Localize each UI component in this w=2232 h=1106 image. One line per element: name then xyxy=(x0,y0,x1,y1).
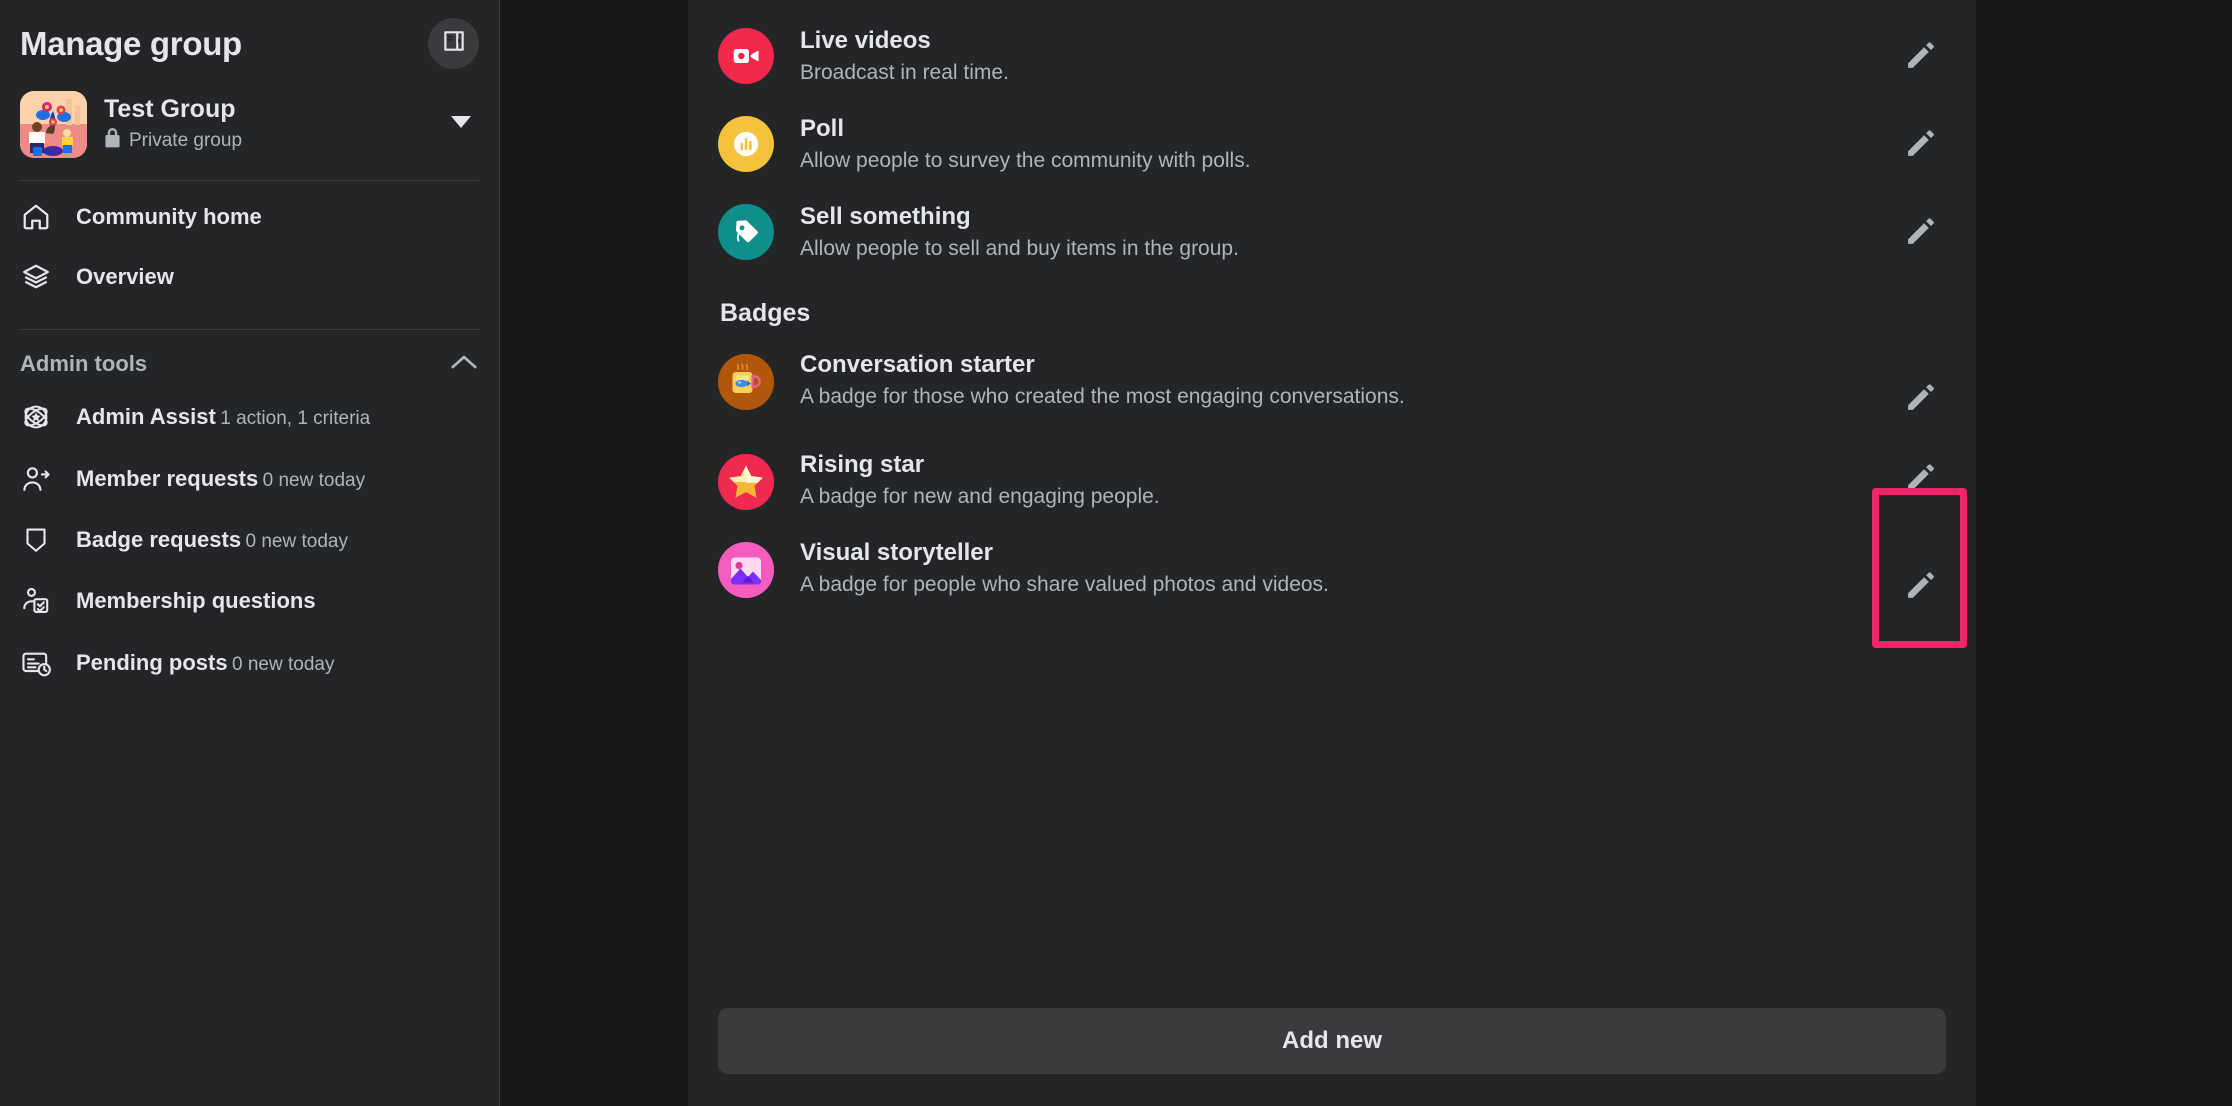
lock-icon xyxy=(104,128,121,154)
sidebar-item-text: Community home xyxy=(76,204,262,230)
group-dropdown-button[interactable] xyxy=(443,108,479,141)
feature-row-live-videos[interactable]: Live videos Broadcast in real time. xyxy=(718,14,1946,102)
edit-rising-star-button[interactable] xyxy=(1894,452,1946,504)
feature-description: Allow people to sell and buy items in th… xyxy=(800,234,1850,264)
feature-title: Sell something xyxy=(800,202,1850,232)
group-summary[interactable]: Test Group Private group xyxy=(20,91,479,158)
sidebar-item-label: Member requests xyxy=(76,466,258,491)
group-privacy-label: Private group xyxy=(129,130,242,152)
sidebar-header: Manage group xyxy=(20,0,479,69)
badge-description: A badge for new and engaging people. xyxy=(800,482,1850,512)
right-empty-area xyxy=(1976,0,2232,1106)
group-meta: Test Group Private group xyxy=(104,95,426,154)
admin-tools-title: Admin tools xyxy=(20,351,147,377)
group-name: Test Group xyxy=(104,95,426,124)
group-privacy: Private group xyxy=(104,128,426,154)
feature-description: Allow people to survey the community wit… xyxy=(800,146,1850,176)
feature-text: Live videos Broadcast in real time. xyxy=(800,26,1868,88)
badge-title: Rising star xyxy=(800,450,1850,480)
collapse-panel-icon xyxy=(441,28,467,59)
sidebar-item-text: Admin Assist 1 action, 1 criteria xyxy=(76,404,370,431)
content-gutter xyxy=(500,0,688,1106)
sidebar-item-label: Membership questions xyxy=(76,588,316,613)
live-video-icon xyxy=(718,28,774,84)
feature-row-poll[interactable]: Poll Allow people to survey the communit… xyxy=(718,102,1946,190)
sidebar-item-overview[interactable]: Overview xyxy=(20,247,479,307)
sidebar-item-label: Overview xyxy=(76,264,174,289)
manage-group-screen: Manage group xyxy=(0,0,2232,1106)
edit-live-videos-button[interactable] xyxy=(1894,30,1946,82)
badge-row-rising-star[interactable]: Rising star A badge for new and engaging… xyxy=(718,438,1946,526)
badges-heading: Badges xyxy=(718,277,1946,338)
sidebar-item-badge-requests[interactable]: Badge requests 0 new today xyxy=(20,510,479,570)
add-new-button[interactable]: Add new xyxy=(718,1008,1946,1074)
home-icon xyxy=(20,202,52,232)
feature-title: Poll xyxy=(800,114,1850,144)
member-request-icon xyxy=(20,463,52,495)
edit-sell-something-button[interactable] xyxy=(1894,206,1946,258)
badge-row-visual-storyteller[interactable]: Visual storyteller A badge for people wh… xyxy=(718,526,1946,626)
price-tag-icon xyxy=(718,204,774,260)
settings-content-panel: Live videos Broadcast in real time. xyxy=(688,0,1976,1106)
sidebar-item-pending-posts[interactable]: Pending posts 0 new today xyxy=(20,632,479,694)
sidebar-item-text: Member requests 0 new today xyxy=(76,466,365,493)
badge-shield-icon xyxy=(20,525,52,555)
features-list: Live videos Broadcast in real time. xyxy=(718,0,1946,626)
group-avatar xyxy=(20,91,87,158)
edit-poll-button[interactable] xyxy=(1894,118,1946,170)
sidebar-item-sublabel: 0 new today xyxy=(246,531,348,552)
feature-title: Live videos xyxy=(800,26,1850,56)
layers-icon xyxy=(20,262,52,292)
feature-text: Poll Allow people to survey the communit… xyxy=(800,114,1868,176)
membership-questions-icon xyxy=(20,585,52,617)
edit-visual-storyteller-button[interactable] xyxy=(1894,560,1946,612)
star-badge-icon xyxy=(718,454,774,510)
chevron-down-icon xyxy=(449,117,473,134)
sidebar-item-sublabel: 0 new today xyxy=(232,654,334,675)
coffee-mug-badge-icon xyxy=(718,354,774,410)
pending-posts-icon xyxy=(20,647,52,679)
badge-text: Rising star A badge for new and engaging… xyxy=(800,450,1868,512)
admin-tools-list: Admin Assist 1 action, 1 criteria Member… xyxy=(20,386,479,694)
sidebar: Manage group xyxy=(0,0,500,1106)
feature-description: Broadcast in real time. xyxy=(800,58,1850,88)
page-title: Manage group xyxy=(20,25,242,63)
feature-row-sell-something[interactable]: Sell something Allow people to sell and … xyxy=(718,190,1946,278)
badge-description: A badge for those who created the most e… xyxy=(800,382,1850,412)
sidebar-item-label: Community home xyxy=(76,204,262,229)
feature-text: Sell something Allow people to sell and … xyxy=(800,202,1868,264)
sidebar-item-label: Admin Assist xyxy=(76,404,216,429)
sidebar-item-label: Badge requests xyxy=(76,527,241,552)
sidebar-item-label: Pending posts xyxy=(76,650,228,675)
badge-title: Conversation starter xyxy=(800,350,1850,380)
admin-tools-section-toggle[interactable]: Admin tools xyxy=(20,330,479,386)
edit-conversation-starter-button[interactable] xyxy=(1894,372,1946,424)
sidebar-item-member-requests[interactable]: Member requests 0 new today xyxy=(20,448,479,510)
chevron-up-icon xyxy=(449,352,479,377)
sidebar-item-membership-questions[interactable]: Membership questions xyxy=(20,570,479,632)
sidebar-item-text: Overview xyxy=(76,264,174,290)
sidebar-item-sublabel: 1 action, 1 criteria xyxy=(220,408,370,429)
badge-text: Conversation starter A badge for those w… xyxy=(800,350,1868,412)
photo-badge-icon xyxy=(718,542,774,598)
sidebar-item-text: Pending posts 0 new today xyxy=(76,650,334,677)
badge-text: Visual storyteller A badge for people wh… xyxy=(800,538,1868,600)
sidebar-item-text: Badge requests 0 new today xyxy=(76,527,348,554)
admin-assist-icon xyxy=(20,401,52,433)
badge-title: Visual storyteller xyxy=(800,538,1850,568)
poll-bars-icon xyxy=(718,116,774,172)
sidebar-item-sublabel: 0 new today xyxy=(263,470,365,491)
badge-row-conversation-starter[interactable]: Conversation starter A badge for those w… xyxy=(718,338,1946,438)
sidebar-item-community-home[interactable]: Community home xyxy=(20,187,479,247)
sidebar-item-admin-assist[interactable]: Admin Assist 1 action, 1 criteria xyxy=(20,386,479,448)
sidebar-item-text: Membership questions xyxy=(76,588,316,614)
badge-description: A badge for people who share valued phot… xyxy=(800,570,1850,600)
collapse-panel-button[interactable] xyxy=(428,18,479,69)
